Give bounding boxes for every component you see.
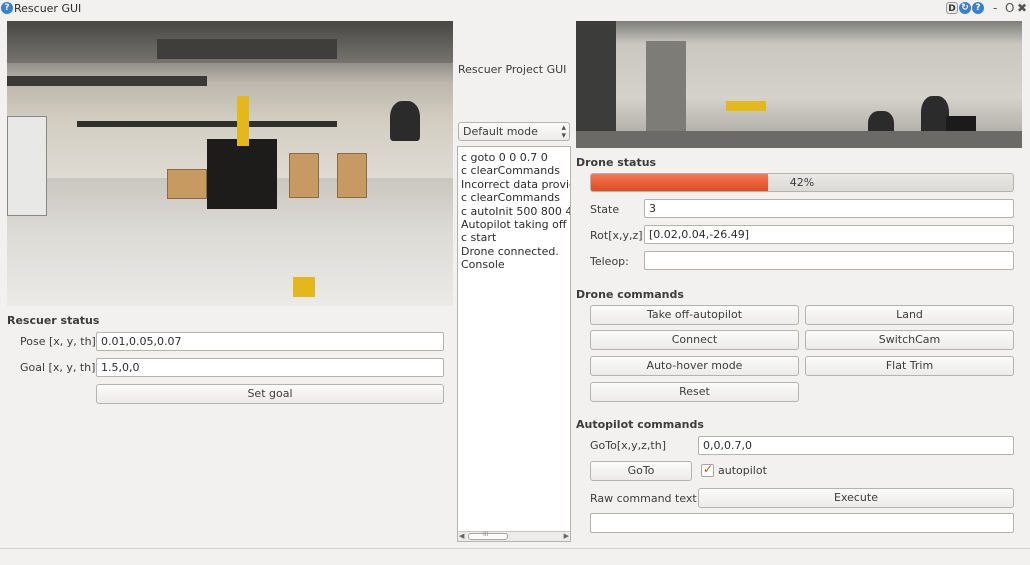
console-line: c start <box>461 231 497 245</box>
goto-label: GoTo[x,y,z,th] <box>590 439 666 452</box>
pose-label: Pose [x, y, th] <box>20 335 96 348</box>
pose-field[interactable] <box>96 332 444 351</box>
desk-edge <box>576 131 1022 148</box>
reset-button[interactable]: Reset <box>590 382 799 402</box>
floor-marker <box>293 277 315 297</box>
console-line: c goto 0 0 0.7 0 <box>461 151 548 164</box>
console-lines: c goto 0 0 0.7 0 c clearCommands Incorre… <box>461 151 571 272</box>
console-line: Console <box>461 258 505 272</box>
takeoff-button[interactable]: Take off-autopilot <box>590 305 799 325</box>
minimize-icon[interactable]: - <box>993 1 997 15</box>
drone-status-title: Drone status <box>576 156 657 169</box>
table <box>7 76 207 86</box>
maximize-icon[interactable]: O <box>1005 1 1014 15</box>
goal-label: Goal [x, y, th] <box>20 361 96 374</box>
switchcam-button[interactable]: SwitchCam <box>805 330 1014 350</box>
ceiling-light <box>157 39 337 59</box>
state-label: State <box>590 203 620 216</box>
state-field[interactable] <box>644 199 1014 218</box>
cardboard-box <box>167 169 207 199</box>
cabinet <box>7 116 47 216</box>
shelf <box>646 41 686 131</box>
goto-field[interactable] <box>698 436 1014 455</box>
door-frame <box>576 21 616 148</box>
console-output[interactable]: c goto 0 0 0.7 0 c clearCommands Incorre… <box>457 146 571 542</box>
title-bar: ? Rescuer GUI D ↻ ? - O ✖ <box>0 0 1030 17</box>
project-label: Rescuer Project GUI <box>458 63 567 76</box>
teleop-label: Teleop: <box>590 255 629 268</box>
battery-progress-bar: 42% <box>590 173 1014 192</box>
autopilot-commands-title: Autopilot commands <box>576 418 704 431</box>
drone-commands-title: Drone commands <box>576 288 684 301</box>
scrollbar-thumb[interactable]: III <box>468 531 508 540</box>
goto-button[interactable]: GoTo <box>590 461 692 481</box>
app-help-icon: ? <box>1 2 13 14</box>
scroll-right-icon[interactable]: ▶ <box>564 532 569 540</box>
person <box>921 96 949 136</box>
autopilot-checkbox-label: autopilot <box>718 464 767 477</box>
horizontal-scrollbar[interactable]: ◀ III ▶ <box>458 531 570 541</box>
checkmark-icon: ✓ <box>703 462 714 476</box>
goal-field[interactable] <box>96 358 444 377</box>
help-tray-icon[interactable]: ? <box>972 2 984 14</box>
console-line: Autopilot taking off <box>461 218 567 232</box>
rescuer-status-title: Rescuer status <box>7 314 100 327</box>
raw-command-label: Raw command text: <box>590 492 701 505</box>
progress-text: 42% <box>789 176 815 189</box>
close-icon[interactable]: ✖ <box>1017 1 1027 15</box>
rescuer-camera-feed <box>7 21 453 306</box>
teleop-field[interactable] <box>644 251 1014 270</box>
rot-field[interactable] <box>644 225 1014 244</box>
console-line: Drone connected. <box>461 244 559 258</box>
cardboard-box <box>337 153 367 198</box>
status-bar <box>0 548 1030 565</box>
robot-arm <box>726 101 766 111</box>
window-title: Rescuer GUI <box>14 2 82 15</box>
updown-arrow-icon: ▴ ▾ <box>561 123 566 141</box>
sync-tray-icon[interactable]: ↻ <box>959 2 971 14</box>
mode-select[interactable]: Default mode ▴ ▾ <box>458 122 570 141</box>
execute-button[interactable]: Execute <box>698 488 1014 508</box>
flat-trim-button[interactable]: Flat Trim <box>805 356 1014 376</box>
console-line: c autoInit 500 800 40 <box>461 204 571 218</box>
drone-camera-feed <box>576 21 1022 148</box>
desk <box>77 121 337 127</box>
set-goal-button[interactable]: Set goal <box>96 384 444 404</box>
dropbox-tray-icon[interactable]: D <box>946 2 958 14</box>
cardboard-box <box>289 153 319 198</box>
scroll-left-icon[interactable]: ◀ <box>459 532 464 540</box>
mode-select-value: Default mode <box>463 125 538 138</box>
console-line: c clearCommands <box>461 164 560 178</box>
connect-button[interactable]: Connect <box>590 330 799 350</box>
auto-hover-button[interactable]: Auto-hover mode <box>590 356 799 376</box>
rot-label: Rot[x,y,z] <box>590 229 643 242</box>
person <box>390 101 420 141</box>
scroll-grip: III <box>483 531 489 538</box>
drone-box <box>207 139 277 209</box>
raw-command-field[interactable] <box>590 513 1014 533</box>
console-line: c clearCommands <box>461 191 560 205</box>
robot-arm <box>237 96 249 146</box>
console-line: Incorrect data provid <box>461 177 571 191</box>
autopilot-checkbox[interactable]: ✓ <box>701 462 714 477</box>
land-button[interactable]: Land <box>805 305 1014 325</box>
